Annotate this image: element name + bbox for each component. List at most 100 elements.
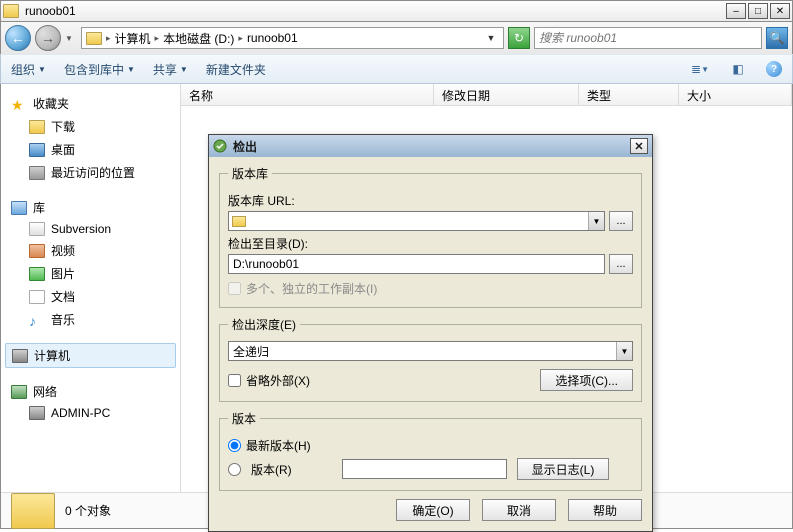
folder-icon — [11, 493, 55, 529]
breadcrumb[interactable]: 本地磁盘 (D:) — [163, 30, 234, 47]
browse-dir-button[interactable]: ... — [609, 254, 633, 274]
repo-url-combobox[interactable]: ▼ — [228, 211, 605, 231]
sidebar-item-admin-pc[interactable]: ADMIN-PC — [5, 403, 176, 423]
help-button[interactable]: ? — [766, 61, 782, 77]
search-button[interactable]: 🔍 — [766, 27, 788, 49]
refresh-button[interactable]: ↻ — [508, 27, 530, 49]
fieldset-depth: 检出深度(E) ▼ 省略外部(X) 选择项(C)... — [219, 316, 642, 402]
head-revision-radio[interactable] — [228, 439, 241, 452]
depth-combobox[interactable]: ▼ — [228, 341, 633, 361]
specific-revision-radio[interactable] — [228, 463, 241, 476]
document-icon — [29, 290, 45, 304]
status-text: 0 个对象 — [65, 502, 111, 519]
command-bar: 组织▼ 包含到库中▼ 共享▼ 新建文件夹 ≣ ▼ ◧ ? — [0, 54, 793, 84]
sidebar-item-subversion[interactable]: Subversion — [5, 219, 176, 239]
dialog-close-button[interactable]: ✕ — [630, 138, 648, 154]
search-box — [534, 27, 762, 49]
star-icon: ★ — [11, 97, 27, 111]
folder-icon — [86, 32, 102, 45]
breadcrumb[interactable]: 计算机 — [115, 30, 151, 47]
label-multi-wc: 多个、独立的工作副本(I) — [246, 280, 377, 297]
checkout-dialog: 检出 ✕ 版本库 版本库 URL: ▼ ... 检出至目录(D): ... — [208, 134, 653, 532]
browse-repo-button[interactable]: ... — [609, 211, 633, 231]
share-menu[interactable]: 共享▼ — [153, 61, 188, 78]
sidebar-item-recent[interactable]: 最近访问的位置 — [5, 161, 176, 184]
sidebar-libraries[interactable]: 库 — [5, 196, 176, 219]
help-button[interactable]: 帮助 — [568, 499, 642, 521]
recent-icon — [29, 166, 45, 180]
history-dropdown[interactable]: ▼ — [65, 34, 77, 43]
dialog-titlebar[interactable]: 检出 ✕ — [209, 135, 652, 157]
column-header-size[interactable]: 大小 — [679, 84, 792, 105]
show-log-button[interactable]: 显示日志(L) — [517, 458, 610, 480]
dialog-title: 检出 — [233, 138, 257, 155]
label-checkout-dir: 检出至目录(D): — [228, 235, 633, 252]
svn-checkout-icon — [213, 139, 227, 153]
label-specific-revision: 版本(R) — [251, 461, 292, 478]
video-icon — [29, 244, 45, 258]
network-icon — [11, 385, 27, 399]
multi-wc-checkbox — [228, 282, 241, 295]
organize-menu[interactable]: 组织▼ — [11, 61, 46, 78]
window-title: runoob01 — [25, 4, 724, 18]
legend-depth: 检出深度(E) — [228, 316, 300, 333]
close-button[interactable]: ✕ — [770, 3, 790, 19]
preview-pane-button[interactable]: ◧ — [728, 59, 748, 79]
column-header-type[interactable]: 类型 — [579, 84, 679, 105]
fieldset-revision: 版本 最新版本(H) 版本(R) 显示日志(L) — [219, 410, 642, 491]
minimize-button[interactable]: – — [726, 3, 746, 19]
svn-icon — [29, 222, 45, 236]
legend-repository: 版本库 — [228, 165, 272, 182]
breadcrumb[interactable]: runoob01 — [247, 31, 298, 45]
chevron-down-icon[interactable]: ▼ — [588, 212, 604, 230]
depth-value[interactable] — [229, 344, 616, 358]
ok-button[interactable]: 确定(O) — [396, 499, 470, 521]
folder-icon — [29, 120, 45, 134]
chevron-right-icon[interactable]: ▸ — [106, 33, 111, 44]
folder-icon — [3, 4, 19, 18]
chevron-down-icon[interactable]: ▼ — [616, 342, 632, 360]
column-header-date[interactable]: 修改日期 — [434, 84, 579, 105]
omit-externals-checkbox[interactable] — [228, 374, 241, 387]
label-omit-externals: 省略外部(X) — [246, 372, 310, 389]
sidebar-computer[interactable]: 计算机 — [5, 343, 176, 368]
column-headers: 名称 修改日期 类型 大小 — [181, 84, 792, 106]
picture-icon — [29, 267, 45, 281]
column-header-name[interactable]: 名称 — [181, 84, 434, 105]
sidebar-item-pictures[interactable]: 图片 — [5, 262, 176, 285]
sidebar-favorites[interactable]: ★收藏夹 — [5, 92, 176, 115]
sidebar-network[interactable]: 网络 — [5, 380, 176, 403]
label-head-revision: 最新版本(H) — [246, 437, 311, 454]
window-titlebar: runoob01 – □ ✕ — [0, 0, 793, 22]
include-menu[interactable]: 包含到库中▼ — [64, 61, 135, 78]
address-bar[interactable]: ▸ 计算机 ▸ 本地磁盘 (D:) ▸ runoob01 ▼ — [81, 27, 504, 49]
repo-url-input[interactable] — [249, 214, 588, 228]
folder-icon — [232, 216, 246, 227]
computer-icon — [12, 349, 28, 363]
forward-button[interactable]: → — [35, 25, 61, 51]
sidebar-item-desktop[interactable]: 桌面 — [5, 138, 176, 161]
view-options-button[interactable]: ≣ ▼ — [690, 59, 710, 79]
desktop-icon — [29, 143, 45, 157]
select-items-button[interactable]: 选择项(C)... — [540, 369, 633, 391]
revision-number-input[interactable] — [342, 459, 507, 479]
cancel-button[interactable]: 取消 — [482, 499, 556, 521]
sidebar-item-videos[interactable]: 视频 — [5, 239, 176, 262]
search-input[interactable] — [535, 31, 761, 45]
sidebar-item-documents[interactable]: 文档 — [5, 285, 176, 308]
fieldset-repository: 版本库 版本库 URL: ▼ ... 检出至目录(D): ... 多个、独立的工… — [219, 165, 642, 308]
back-button[interactable]: ← — [5, 25, 31, 51]
checkout-dir-input[interactable] — [228, 254, 605, 274]
address-dropdown[interactable]: ▼ — [483, 33, 499, 43]
chevron-right-icon[interactable]: ▸ — [238, 33, 243, 44]
chevron-right-icon[interactable]: ▸ — [155, 33, 160, 44]
nav-bar: ← → ▼ ▸ 计算机 ▸ 本地磁盘 (D:) ▸ runoob01 ▼ ↻ 🔍 — [0, 22, 793, 54]
nav-sidebar: ★收藏夹 下载 桌面 最近访问的位置 库 Subversion 视频 图片 文档… — [1, 84, 181, 528]
sidebar-item-music[interactable]: ♪音乐 — [5, 308, 176, 331]
music-icon: ♪ — [29, 313, 45, 327]
pc-icon — [29, 406, 45, 420]
sidebar-item-downloads[interactable]: 下载 — [5, 115, 176, 138]
maximize-button[interactable]: □ — [748, 3, 768, 19]
new-folder-button[interactable]: 新建文件夹 — [206, 61, 266, 78]
legend-revision: 版本 — [228, 410, 260, 427]
